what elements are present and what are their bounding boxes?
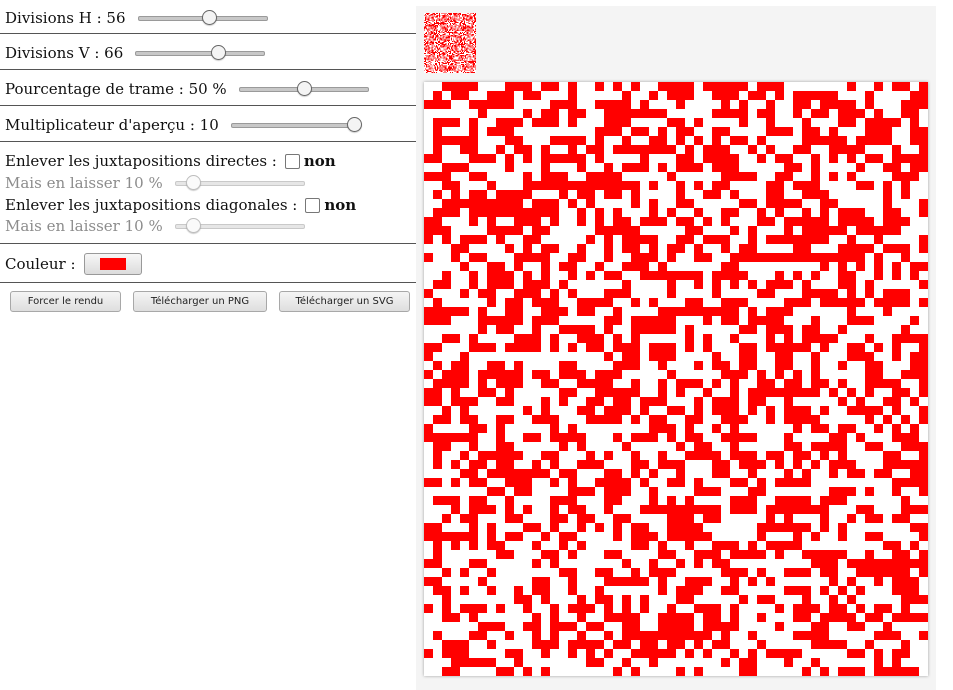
directes-leave-label: Mais en laisser 10 % [5, 174, 163, 192]
color-picker-button[interactable] [83, 253, 142, 275]
divisions-v-slider[interactable] [135, 44, 266, 60]
divisions-h-slider[interactable] [137, 9, 268, 25]
force-render-button[interactable]: Forcer le rendu [10, 291, 121, 312]
diagonales-leave-label: Mais en laisser 10 % [5, 217, 163, 235]
divider [0, 105, 416, 106]
slider-track [230, 122, 361, 128]
diagonales-checkbox[interactable] [305, 197, 321, 213]
multiplicateur-slider[interactable] [230, 116, 362, 132]
pourcentage-label: Pourcentage de trame : 50 % [5, 79, 227, 98]
pattern-grid [424, 13, 476, 73]
divisions-h-label: Divisions H : 56 [5, 8, 126, 27]
slider-thumb[interactable] [186, 218, 202, 233]
slider-thumb[interactable] [186, 175, 202, 190]
diagonales-label: Enlever les juxtapositions diagonales : [5, 196, 298, 214]
slider-thumb[interactable] [211, 44, 227, 60]
directes-state: non [303, 152, 336, 170]
divisions-h-row: Divisions H : 56 [0, 0, 268, 35]
directes-row: Enlever les juxtapositions directes : no… [5, 152, 336, 170]
couleur-row: Couleur : [5, 253, 142, 275]
download-png-button[interactable]: Télécharger un PNG [133, 291, 267, 312]
divider [0, 69, 416, 70]
color-swatch [99, 258, 126, 270]
diagonales-state: non [324, 196, 357, 214]
pourcentage-row: Pourcentage de trame : 50 % [0, 71, 369, 106]
divider [0, 282, 416, 283]
diagonales-leave-slider[interactable] [174, 218, 305, 233]
divisions-v-label: Divisions V : 66 [5, 43, 124, 62]
pattern-thumbnail [424, 13, 476, 73]
directes-checkbox[interactable] [284, 153, 300, 169]
directes-leave-row: Mais en laisser 10 % [5, 174, 305, 192]
pattern-canvas [424, 82, 928, 676]
slider-thumb[interactable] [346, 116, 362, 132]
slider-thumb[interactable] [296, 80, 312, 96]
multiplicateur-row: Multiplicateur d'aperçu : 10 [0, 107, 362, 142]
slider-track [135, 50, 266, 56]
divider [0, 243, 416, 244]
diagonales-row: Enlever les juxtapositions diagonales : … [5, 196, 356, 214]
directes-leave-slider[interactable] [174, 175, 305, 190]
divider [0, 33, 416, 34]
slider-thumb[interactable] [201, 9, 217, 25]
couleur-label: Couleur : [5, 255, 76, 273]
download-svg-button[interactable]: Télécharger un SVG [279, 291, 410, 312]
multiplicateur-label: Multiplicateur d'aperçu : 10 [5, 115, 219, 134]
pourcentage-slider[interactable] [238, 80, 369, 96]
divider [0, 141, 416, 142]
pattern-grid [424, 82, 928, 676]
directes-label: Enlever les juxtapositions directes : [5, 152, 277, 170]
diagonales-leave-row: Mais en laisser 10 % [5, 217, 305, 235]
divisions-v-row: Divisions V : 66 [0, 35, 266, 70]
